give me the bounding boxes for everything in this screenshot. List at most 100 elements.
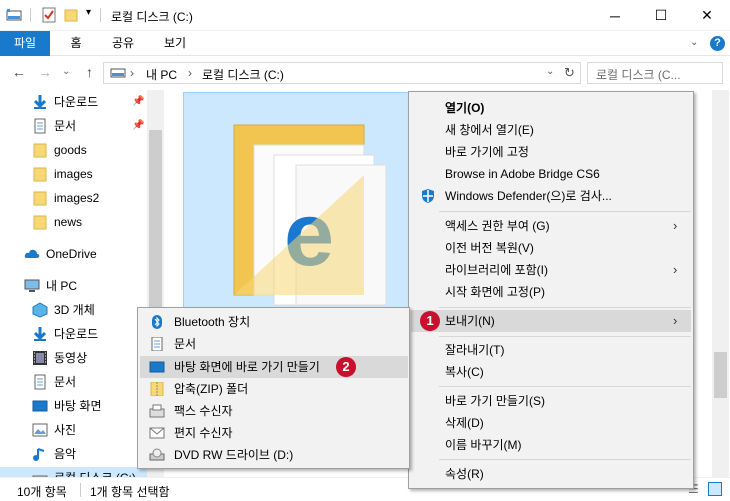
navigation-bar: ← → ⌄ ↑ › 내 PC › 로컬 디스크 (C:) ⌄ ↻ 로컬 디스크 …	[0, 56, 730, 90]
menu-item-include-library[interactable]: 라이브러리에 포함(I) ›	[411, 259, 691, 281]
breadcrumb-this-pc[interactable]: 내 PC	[146, 66, 177, 83]
tab-view[interactable]: 보기	[155, 31, 195, 56]
menu-item-send-to[interactable]: 1 보내기(N) ›	[411, 310, 691, 332]
breadcrumb-current[interactable]: 로컬 디스크 (C:)	[202, 66, 284, 83]
explorer-icon[interactable]	[6, 7, 22, 23]
document-icon	[151, 337, 163, 351]
folder-icon	[33, 191, 47, 206]
tab-share[interactable]: 공유	[103, 31, 143, 56]
submenu-item-mail[interactable]: 편지 수신자	[140, 422, 408, 444]
music-icon	[33, 448, 45, 461]
minimize-button[interactable]: ─	[592, 0, 638, 31]
tab-file[interactable]: 파일	[0, 31, 50, 56]
menu-item-adobe-bridge[interactable]: Browse in Adobe Bridge CS6	[411, 163, 691, 185]
breadcrumb-separator: ›	[188, 66, 192, 80]
folder-icon	[33, 167, 47, 182]
download-icon	[33, 327, 47, 341]
submenu-arrow-icon: ›	[673, 313, 678, 328]
menu-separator	[439, 459, 691, 460]
submenu-item-documents[interactable]: 문서	[140, 333, 408, 355]
menu-separator	[439, 386, 691, 387]
menu-item-pin-start[interactable]: 시작 화면에 고정(P)	[411, 281, 691, 303]
up-arrow-icon[interactable]: ↑	[86, 64, 93, 80]
refresh-icon[interactable]: ↻	[564, 65, 575, 81]
menu-item-create-shortcut[interactable]: 바로 가기 만들기(S)	[411, 390, 691, 412]
new-folder-icon[interactable]	[63, 7, 79, 23]
pictures-icon	[32, 423, 48, 437]
submenu-arrow-icon: ›	[673, 218, 678, 233]
main-scroll-thumb[interactable]	[714, 352, 727, 398]
ribbon-expand-icon[interactable]: ⌄	[690, 37, 702, 49]
submenu-item-zip-folder[interactable]: 압축(ZIP) 폴더	[140, 378, 408, 400]
desktop-icon	[32, 400, 48, 412]
submenu-item-bluetooth[interactable]: Bluetooth 장치	[140, 311, 408, 333]
search-box[interactable]: 로컬 디스크 (C...	[587, 62, 723, 84]
menu-item-pin-quick-access[interactable]: 바로 가기에 고정	[411, 141, 691, 163]
fax-icon	[149, 404, 165, 418]
dvd-drive-icon	[149, 448, 165, 461]
maximize-button[interactable]: ☐	[638, 0, 684, 31]
this-pc-icon	[24, 279, 40, 292]
defender-shield-icon	[422, 189, 434, 203]
menu-item-delete[interactable]: 삭제(D)	[411, 412, 691, 434]
large-icons-view-icon[interactable]	[708, 482, 722, 496]
properties-icon[interactable]	[41, 7, 57, 23]
selection-count: 1개 항목 선택함	[90, 485, 170, 499]
menu-item-cut[interactable]: 잘라내기(T)	[411, 339, 691, 361]
address-bar[interactable]: › 내 PC › 로컬 디스크 (C:) ⌄ ↻	[103, 62, 581, 84]
submenu-item-dvd-drive[interactable]: DVD RW 드라이브 (D:)	[140, 444, 408, 466]
send-to-submenu: Bluetooth 장치 문서 바탕 화면에 바로 가기 만들기 2 압축(ZI…	[137, 307, 410, 469]
menu-item-open-new-window[interactable]: 새 창에서 열기(E)	[411, 119, 691, 141]
submenu-arrow-icon: ›	[673, 262, 678, 277]
3d-objects-icon	[32, 302, 48, 318]
customize-quick-access-icon[interactable]: ▾	[86, 7, 91, 18]
folder-with-edge-icon: e	[233, 124, 387, 306]
title-bar: ▾ 로컬 디스크 (C:) ─ ☐ ✕	[0, 0, 730, 31]
video-icon	[33, 351, 47, 365]
document-icon	[34, 374, 46, 390]
step-badge-1: 1	[420, 311, 440, 331]
zip-folder-icon	[150, 382, 164, 396]
pin-icon[interactable]: 📌	[132, 120, 144, 131]
separator	[30, 8, 31, 22]
drive-icon	[32, 475, 48, 477]
menu-item-properties[interactable]: 속성(R)	[411, 463, 691, 485]
address-dropdown-icon[interactable]: ⌄	[546, 66, 554, 77]
tab-home[interactable]: 홈	[58, 31, 94, 56]
breadcrumb-separator: ›	[130, 66, 134, 80]
menu-separator	[439, 336, 691, 337]
recent-locations-icon[interactable]: ⌄	[62, 66, 70, 77]
menu-separator	[439, 307, 691, 308]
folder-icon	[33, 215, 47, 230]
folder-icon	[33, 143, 47, 158]
separator	[80, 483, 81, 497]
mail-icon	[149, 427, 165, 439]
submenu-item-desktop-shortcut[interactable]: 바탕 화면에 바로 가기 만들기 2	[140, 356, 408, 378]
download-icon	[33, 95, 47, 109]
pin-icon[interactable]: 📌	[132, 96, 144, 107]
step-badge-2: 2	[336, 357, 356, 377]
back-arrow-icon[interactable]: ←	[12, 64, 26, 80]
help-icon[interactable]: ?	[710, 36, 725, 51]
this-pc-icon	[110, 68, 126, 78]
menu-item-rename[interactable]: 이름 바꾸기(M)	[411, 434, 691, 456]
forward-arrow-icon[interactable]: →	[38, 64, 52, 80]
search-input[interactable]: 로컬 디스크 (C...	[596, 66, 681, 83]
main-scrollbar[interactable]	[712, 90, 729, 477]
ribbon: 파일 홈 공유 보기 ⌄ ?	[0, 31, 730, 56]
separator	[100, 8, 101, 22]
menu-item-open[interactable]: 열기(O)	[411, 97, 691, 119]
context-menu: 열기(O) 새 창에서 열기(E) 바로 가기에 고정 Browse in Ad…	[408, 91, 694, 489]
document-icon	[34, 118, 46, 134]
desktop-icon	[149, 361, 165, 373]
sidebar-item-local-disk[interactable]: 로컬 디스크 (C:)	[0, 467, 147, 477]
close-button[interactable]: ✕	[684, 0, 730, 31]
window-title: 로컬 디스크 (C:)	[111, 10, 193, 24]
menu-item-restore-versions[interactable]: 이전 버전 복원(V)	[411, 237, 691, 259]
menu-item-defender-scan[interactable]: Windows Defender(으)로 검사...	[411, 185, 691, 207]
menu-item-copy[interactable]: 복사(C)	[411, 361, 691, 383]
cloud-icon	[24, 249, 40, 258]
submenu-item-fax[interactable]: 팩스 수신자	[140, 400, 408, 422]
menu-separator	[439, 211, 691, 212]
menu-item-give-access[interactable]: 액세스 권한 부여 (G) ›	[411, 215, 691, 237]
